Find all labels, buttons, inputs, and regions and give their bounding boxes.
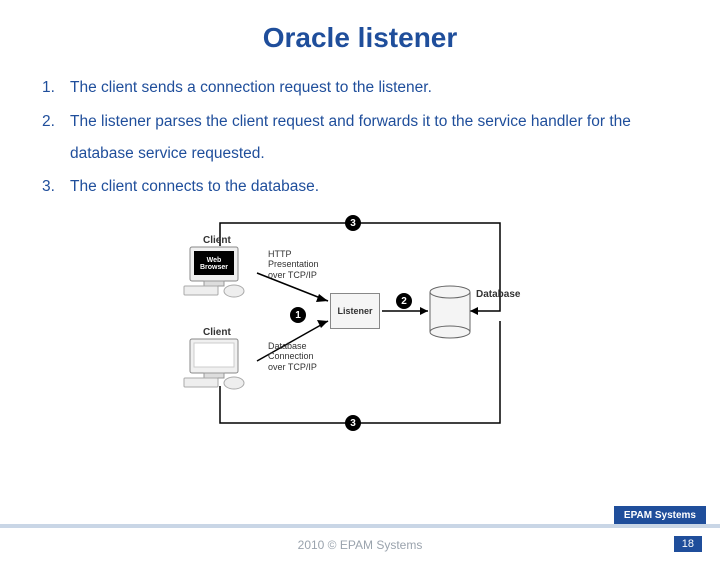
database-icon <box>430 286 470 338</box>
http-label: HTTPPresentationover TCP/IP <box>268 249 319 280</box>
listener-box: Listener <box>330 293 380 329</box>
database-label: Database <box>476 289 520 301</box>
list-number: 3. <box>42 171 70 203</box>
list-item: 3. The client connects to the database. <box>42 171 692 203</box>
client-bottom-icon <box>184 339 244 389</box>
list-number: 2. <box>42 106 70 170</box>
web-browser-label: WebBrowser <box>197 255 231 274</box>
list-item: 1. The client sends a connection request… <box>42 72 692 104</box>
list-number: 1. <box>42 72 70 104</box>
client-bottom-label: Client <box>203 327 231 339</box>
footer-bar <box>0 524 720 528</box>
copyright: 2010 © EPAM Systems <box>0 538 720 552</box>
list-text: The listener parses the client request a… <box>70 106 692 170</box>
diagram: Client WebBrowser Client HTTPPresentatio… <box>160 211 560 441</box>
db-conn-label: DatabaseConnectionover TCP/IP <box>268 341 317 372</box>
badge-3-bottom: 3 <box>345 415 361 431</box>
list-text: The client connects to the database. <box>70 171 692 203</box>
badge-2: 2 <box>396 293 412 309</box>
badge-3-top: 3 <box>345 215 361 231</box>
list-text: The client sends a connection request to… <box>70 72 692 104</box>
footer-brand: EPAM Systems <box>614 506 706 524</box>
list-item: 2. The listener parses the client reques… <box>42 106 692 170</box>
numbered-list: 1. The client sends a connection request… <box>0 72 720 203</box>
badge-1: 1 <box>290 307 306 323</box>
slide-title: Oracle listener <box>0 22 720 54</box>
client-top-label: Client <box>203 235 231 247</box>
page-number: 18 <box>674 536 702 552</box>
